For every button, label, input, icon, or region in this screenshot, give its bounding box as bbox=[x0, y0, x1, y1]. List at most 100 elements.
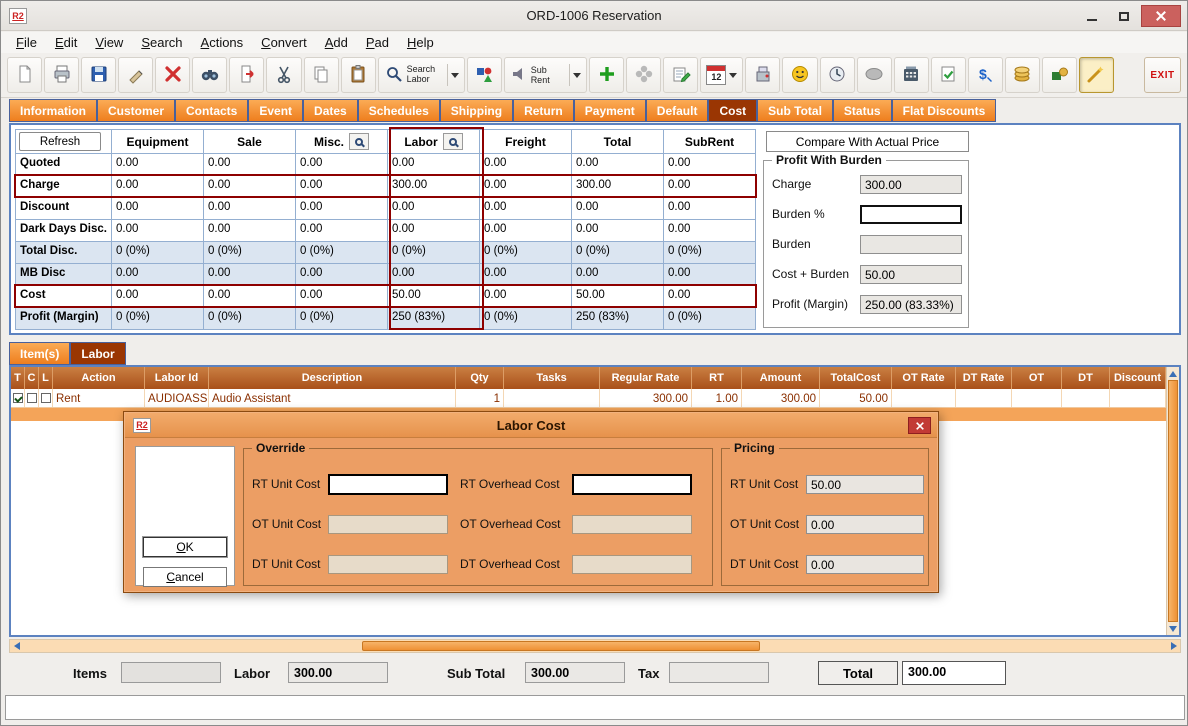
vertical-scroll-thumb[interactable] bbox=[1168, 380, 1178, 622]
labor-col-description[interactable]: Description bbox=[209, 367, 456, 389]
detail-tab-item-s[interactable]: Item(s) bbox=[9, 342, 70, 365]
tab-contacts[interactable]: Contacts bbox=[175, 99, 248, 122]
tab-cost[interactable]: Cost bbox=[708, 99, 757, 122]
labor-col-ot-rate[interactable]: OT Rate bbox=[892, 367, 956, 389]
chevron-down-icon[interactable] bbox=[451, 73, 459, 78]
close-button[interactable] bbox=[1141, 5, 1181, 27]
new-document-button[interactable] bbox=[7, 57, 42, 93]
components-button[interactable] bbox=[626, 57, 661, 93]
horizontal-scroll-thumb[interactable] bbox=[362, 641, 760, 651]
pricing-group-title: Pricing bbox=[730, 441, 779, 455]
export-document-button[interactable] bbox=[229, 57, 264, 93]
ok-button[interactable]: OK bbox=[143, 537, 227, 557]
calendar-button[interactable]: 12 bbox=[700, 57, 743, 93]
feedback-button[interactable] bbox=[782, 57, 817, 93]
add-button[interactable] bbox=[589, 57, 624, 93]
scroll-left-button[interactable] bbox=[10, 640, 23, 652]
find-button[interactable] bbox=[192, 57, 227, 93]
menu-view[interactable]: View bbox=[86, 33, 132, 52]
register-button[interactable] bbox=[894, 57, 929, 93]
print-button[interactable] bbox=[44, 57, 79, 93]
labor-col-dt-rate[interactable]: DT Rate bbox=[956, 367, 1012, 389]
chevron-down-icon[interactable] bbox=[573, 73, 581, 78]
cancel-button[interactable]: Cancel bbox=[143, 567, 227, 587]
edit-button[interactable] bbox=[118, 57, 153, 93]
detail-tab-labor[interactable]: Labor bbox=[70, 342, 125, 365]
history-button[interactable] bbox=[820, 57, 855, 93]
minimize-button[interactable] bbox=[1077, 5, 1107, 27]
menu-actions[interactable]: Actions bbox=[192, 33, 253, 52]
purchase-button[interactable] bbox=[1042, 57, 1077, 93]
tab-payment[interactable]: Payment bbox=[574, 99, 646, 122]
labor-col-action[interactable]: Action bbox=[53, 367, 145, 389]
site-print-button[interactable] bbox=[745, 57, 780, 93]
menu-help[interactable]: Help bbox=[398, 33, 443, 52]
convert-shapes-button[interactable] bbox=[467, 57, 502, 93]
edit-note-button[interactable] bbox=[663, 57, 698, 93]
menu-edit[interactable]: Edit bbox=[46, 33, 86, 52]
tab-flat-discounts[interactable]: Flat Discounts bbox=[892, 99, 997, 122]
scroll-right-button[interactable] bbox=[1167, 640, 1180, 652]
tab-status[interactable]: Status bbox=[833, 99, 892, 122]
dialog-close-button[interactable] bbox=[908, 417, 931, 434]
menu-pad[interactable]: Pad bbox=[357, 33, 398, 52]
labor-col-dt[interactable]: DT bbox=[1062, 367, 1110, 389]
labor-col-t[interactable]: T bbox=[11, 367, 25, 389]
tab-schedules[interactable]: Schedules bbox=[358, 99, 440, 122]
delete-button[interactable] bbox=[155, 57, 190, 93]
save-button[interactable] bbox=[81, 57, 116, 93]
tab-dates[interactable]: Dates bbox=[303, 99, 358, 122]
sub-rent-button[interactable]: Sub Rent bbox=[504, 57, 588, 93]
menu-search[interactable]: Search bbox=[132, 33, 191, 52]
scroll-up-button[interactable] bbox=[1167, 367, 1179, 380]
burden-field-burden[interactable] bbox=[860, 205, 962, 224]
confirm-note-button[interactable] bbox=[931, 57, 966, 93]
menu-file[interactable]: File bbox=[7, 33, 46, 52]
labor-col-rt[interactable]: RT bbox=[692, 367, 742, 389]
labor-col-qty[interactable]: Qty bbox=[456, 367, 504, 389]
note-pencil-icon bbox=[671, 64, 691, 87]
override-input-rt-unit-cost[interactable] bbox=[328, 474, 448, 495]
tab-return[interactable]: Return bbox=[513, 99, 574, 122]
labor-col-tasks[interactable]: Tasks bbox=[504, 367, 600, 389]
labor-col-ot[interactable]: OT bbox=[1012, 367, 1062, 389]
labor-col-c[interactable]: C bbox=[25, 367, 39, 389]
scroll-down-button[interactable] bbox=[1167, 622, 1179, 635]
wand-button[interactable] bbox=[1079, 57, 1114, 93]
chevron-down-icon[interactable] bbox=[729, 73, 737, 78]
horizontal-scrollbar[interactable] bbox=[9, 639, 1181, 653]
tab-shipping[interactable]: Shipping bbox=[440, 99, 513, 122]
labor-col-amount[interactable]: Amount bbox=[742, 367, 820, 389]
labor-col-totalcost[interactable]: TotalCost bbox=[820, 367, 892, 389]
tab-customer[interactable]: Customer bbox=[97, 99, 175, 122]
paste-button[interactable] bbox=[341, 57, 376, 93]
row-checkbox-l[interactable] bbox=[41, 393, 51, 403]
cut-button[interactable] bbox=[266, 57, 301, 93]
tab-event[interactable]: Event bbox=[248, 99, 303, 122]
menu-convert[interactable]: Convert bbox=[252, 33, 316, 52]
currency-button[interactable]: $ bbox=[968, 57, 1003, 93]
tab-default[interactable]: Default bbox=[646, 99, 709, 122]
dialog-title-bar[interactable]: R2 Labor Cost bbox=[125, 413, 937, 438]
labor-table-row[interactable]: RentAUDIOASSI...Audio Assistant1300.001.… bbox=[11, 389, 1166, 408]
labor-col-discount[interactable]: Discount bbox=[1110, 367, 1166, 389]
labor-col-regular-rate[interactable]: Regular Rate bbox=[600, 367, 692, 389]
tab-sub-total[interactable]: Sub Total bbox=[757, 99, 833, 122]
tab-information[interactable]: Information bbox=[9, 99, 97, 122]
refresh-button[interactable]: Refresh bbox=[19, 132, 101, 151]
search-labor-button[interactable]: Search Labor bbox=[378, 57, 465, 93]
labor-col-l[interactable]: L bbox=[39, 367, 53, 389]
search-misc-icon[interactable] bbox=[349, 133, 369, 150]
override-input-rt-overhead-cost[interactable] bbox=[572, 474, 692, 495]
copy-button[interactable] bbox=[304, 57, 339, 93]
menu-add[interactable]: Add bbox=[316, 33, 357, 52]
vertical-scrollbar[interactable] bbox=[1166, 367, 1179, 635]
row-checkbox-t[interactable] bbox=[13, 393, 23, 403]
labor-col-labor-id[interactable]: Labor Id bbox=[145, 367, 209, 389]
compare-actual-price-button[interactable]: Compare With Actual Price bbox=[766, 131, 969, 152]
maximize-button[interactable] bbox=[1109, 5, 1139, 27]
search-labor-icon[interactable] bbox=[443, 133, 463, 150]
money-button[interactable] bbox=[1005, 57, 1040, 93]
exit-button[interactable]: EXIT bbox=[1144, 57, 1181, 93]
row-checkbox-c[interactable] bbox=[27, 393, 37, 403]
